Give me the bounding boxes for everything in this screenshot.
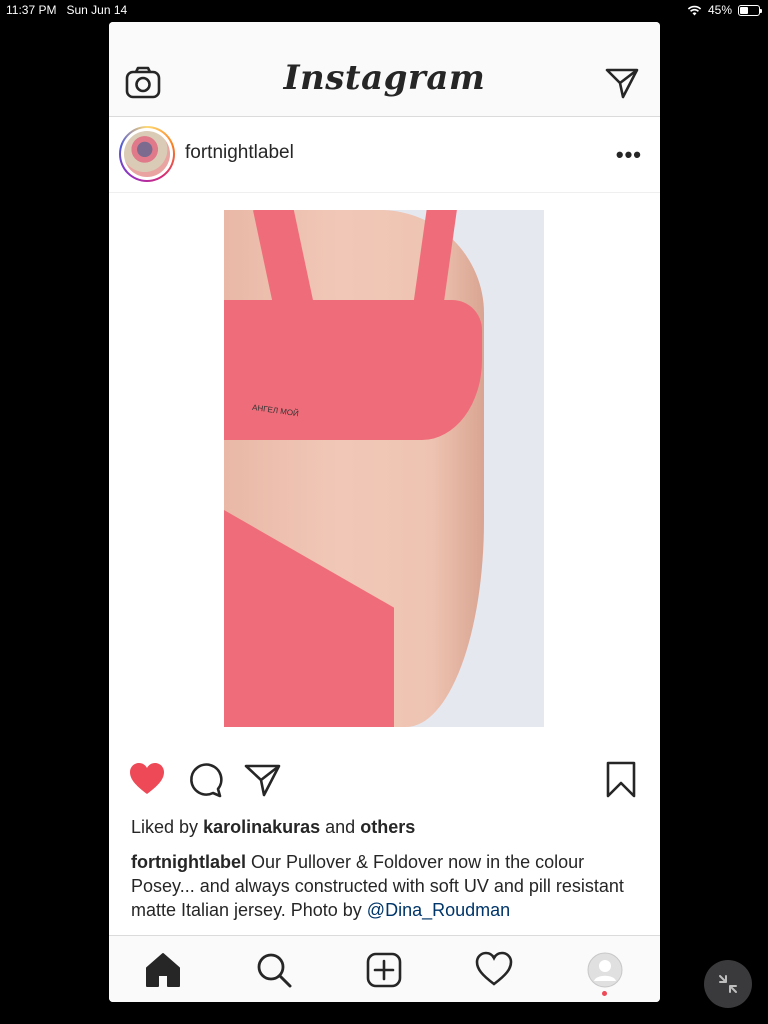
caption-mention-link[interactable]: @Dina_Roudman [367, 900, 510, 920]
battery-icon [738, 4, 762, 16]
avatar[interactable] [119, 126, 175, 182]
post-header: fortnightlabel ••• [109, 118, 660, 193]
battery-percent: 45% [707, 3, 732, 17]
liked-by-and: and [325, 817, 356, 837]
more-options-icon[interactable]: ••• [616, 142, 642, 168]
wifi-icon [687, 5, 702, 15]
status-date: Sun Jun 14 [66, 3, 128, 17]
status-time: 11:37 PM [6, 3, 57, 17]
bookmark-icon[interactable] [601, 760, 641, 800]
liked-by-text: Liked by karolinakuras and others [131, 817, 415, 838]
post-photo: АНГЕЛ МОЙ [224, 210, 544, 727]
liked-by-prefix: Liked by [131, 817, 199, 837]
direct-message-icon[interactable] [604, 66, 640, 100]
notification-dot [602, 991, 607, 996]
bottom-tab-bar [109, 935, 660, 1002]
instagram-logo: Instagram [283, 58, 486, 98]
liked-by-user-link[interactable]: karolinakuras [203, 817, 320, 837]
profile-icon[interactable] [585, 950, 625, 990]
search-icon[interactable] [254, 950, 294, 990]
exit-fullscreen-button[interactable] [704, 960, 752, 1008]
post-caption: fortnightlabel Our Pullover & Foldover n… [131, 850, 631, 922]
liked-by-others-link[interactable]: others [360, 817, 415, 837]
share-icon[interactable] [243, 760, 283, 800]
post-actions [109, 754, 660, 804]
comment-icon[interactable] [185, 760, 225, 800]
status-bar: 11:37 PM Sun Jun 14 45% [0, 0, 768, 20]
collapse-arrows-icon [719, 975, 737, 993]
new-post-icon[interactable] [364, 950, 404, 990]
like-heart-icon[interactable] [127, 760, 167, 800]
caption-username-link[interactable]: fortnightlabel [131, 852, 246, 872]
activity-heart-icon[interactable] [474, 950, 514, 990]
instagram-app: Instagram fortnightlabel ••• АНГЕЛ МОЙ L… [109, 22, 660, 1002]
post-media[interactable]: АНГЕЛ МОЙ [109, 194, 660, 754]
top-navigation-bar: Instagram [109, 22, 660, 117]
home-icon[interactable] [143, 950, 183, 990]
post-username[interactable]: fortnightlabel [185, 142, 294, 164]
